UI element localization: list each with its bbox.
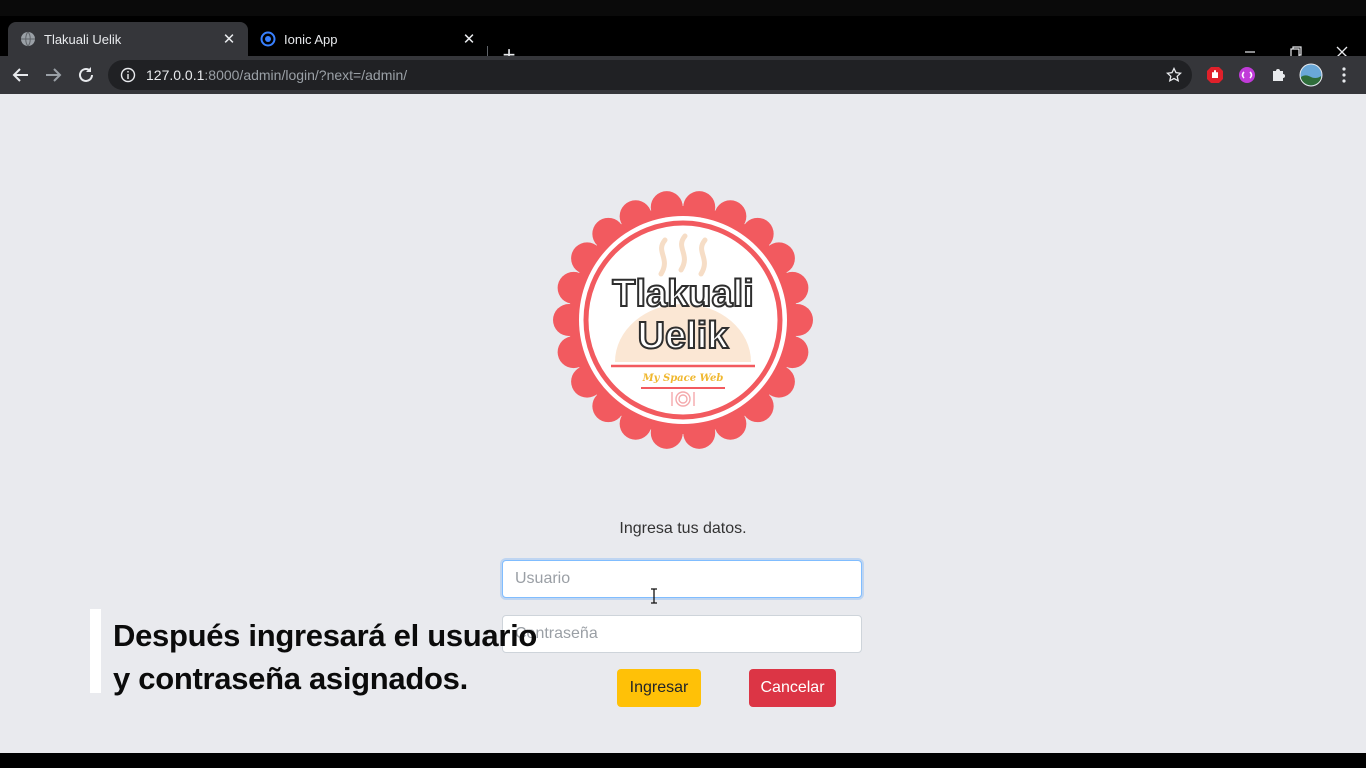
caption-line-1: Después ingresará el usuario [113, 618, 538, 653]
logo-tagline: My Space Web [642, 373, 724, 384]
caption-line-2: y contraseña asignados. [113, 661, 468, 696]
bookmark-star-icon[interactable] [1166, 67, 1182, 83]
video-caption: Después ingresará el usuario y contraseñ… [113, 614, 573, 700]
tlakuali-logo: Tlakuali Uelik My Space Web [553, 191, 813, 449]
tab-title: Ionic App [284, 31, 338, 47]
tab-title: Tlakuali Uelik [44, 31, 122, 47]
window-bottom-strip [0, 753, 1366, 768]
tab-tlakuali[interactable]: Tlakuali Uelik ✕ [8, 22, 248, 56]
close-tab-icon[interactable]: ✕ [460, 30, 478, 48]
window-top-strip [0, 0, 1366, 16]
puzzle-extensions-icon[interactable] [1269, 65, 1289, 85]
profile-avatar[interactable] [1299, 63, 1323, 87]
tab-strip: Tlakuali Uelik ✕ Ionic App ✕ + [0, 16, 1366, 66]
caption-accent-bar [90, 609, 101, 693]
extension-icon[interactable] [1237, 65, 1257, 85]
text-cursor-icon [651, 588, 657, 604]
browser-toolbar: 127.0.0.1:8000/admin/login/?next=/admin/ [0, 56, 1366, 94]
login-subtitle: Ingresa tus datos. [619, 520, 747, 537]
reload-icon[interactable] [73, 62, 99, 88]
url-text: 127.0.0.1:8000/admin/login/?next=/admin/ [146, 67, 408, 83]
ingresar-button[interactable]: Ingresar [617, 669, 701, 707]
logo-title-line2: Uelik [638, 315, 730, 357]
logo-title-line1: Tlakuali [612, 273, 754, 315]
forward-icon[interactable] [40, 62, 66, 88]
back-icon[interactable] [8, 62, 34, 88]
cancelar-button[interactable]: Cancelar [749, 669, 836, 707]
ionic-icon [260, 31, 276, 47]
username-input[interactable] [502, 560, 862, 598]
address-bar[interactable]: 127.0.0.1:8000/admin/login/?next=/admin/ [108, 60, 1192, 90]
tab-ionic-app[interactable]: Ionic App ✕ [248, 22, 488, 56]
close-tab-icon[interactable]: ✕ [220, 30, 238, 48]
menu-kebab-icon[interactable] [1334, 65, 1354, 85]
globe-icon [21, 31, 35, 47]
site-info-icon[interactable] [120, 67, 136, 83]
adblock-extension-icon[interactable] [1205, 65, 1225, 85]
